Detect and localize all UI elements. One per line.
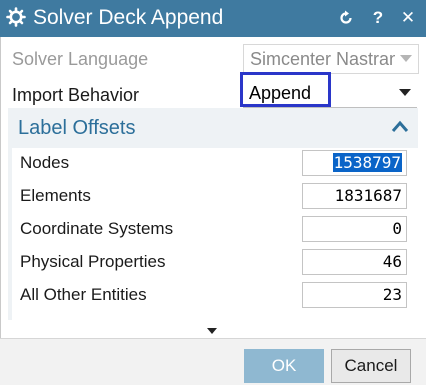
title-bar: Solver Deck Append ? ✕ <box>0 0 426 37</box>
solver-language-value: Simcenter Nastran <box>250 49 395 69</box>
chevron-up-icon[interactable] <box>390 117 410 137</box>
help-button[interactable]: ? <box>368 8 388 28</box>
physical-properties-input[interactable]: 46 <box>302 249 407 275</box>
coordinate-systems-label: Coordinate Systems <box>20 219 174 238</box>
label-offsets-group: Label Offsets Nodes 1538797 Elements 183… <box>8 108 418 320</box>
label-offsets-header[interactable]: Label Offsets <box>8 108 418 146</box>
elements-label: Elements <box>20 186 91 205</box>
reset-icon <box>340 10 352 24</box>
chevron-down-icon <box>400 55 412 62</box>
left-border <box>0 37 1 384</box>
label-offsets-body: Nodes 1538797 Elements 1831687 Coordinat… <box>12 148 418 320</box>
nodes-label: Nodes <box>20 153 70 172</box>
import-behavior-value: Append <box>249 83 312 103</box>
expand-more-icon[interactable] <box>207 328 217 334</box>
cancel-button[interactable]: Cancel <box>331 349 411 383</box>
import-behavior-select[interactable]: Append <box>243 79 417 108</box>
all-other-entities-label: All Other Entities <box>20 285 147 304</box>
nodes-value: 1538797 <box>332 153 402 172</box>
elements-input[interactable]: 1831687 <box>302 183 407 209</box>
solver-language-select: Simcenter Nastran <box>243 44 419 74</box>
all-other-entities-input[interactable]: 23 <box>302 282 407 308</box>
nodes-input[interactable]: 1538797 <box>302 150 407 176</box>
ok-button[interactable]: OK <box>244 349 324 383</box>
solver-language-label: Solver Language <box>12 49 149 69</box>
physical-properties-label: Physical Properties <box>20 252 166 271</box>
import-behavior-label: Import Behavior <box>12 85 140 105</box>
close-button[interactable]: ✕ <box>398 8 418 28</box>
reset-button[interactable] <box>336 8 356 28</box>
dialog-footer: OK Cancel <box>0 338 426 385</box>
window-title: Solver Deck Append <box>33 6 224 29</box>
gear-icon <box>6 7 26 27</box>
chevron-down-icon <box>399 89 411 96</box>
coordinate-systems-input[interactable]: 0 <box>302 216 407 242</box>
group-title: Label Offsets <box>18 117 136 139</box>
